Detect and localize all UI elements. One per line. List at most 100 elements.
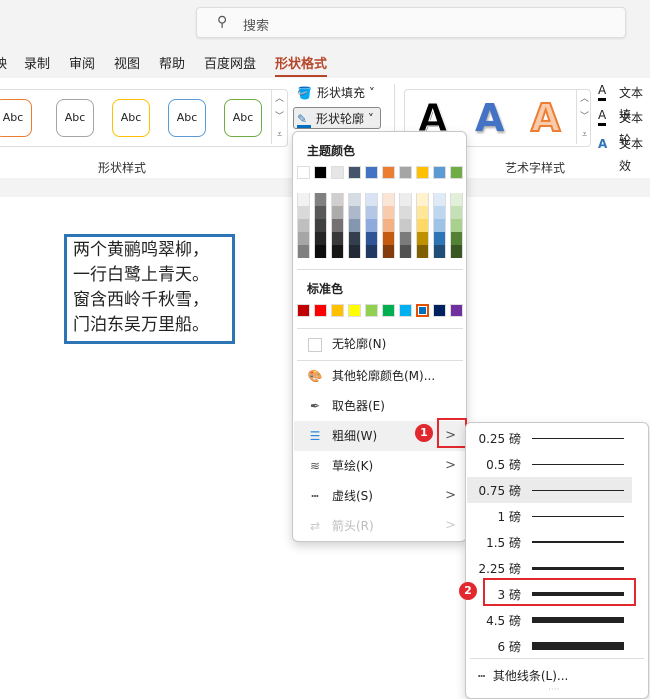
tab-slideshow[interactable]: 映 [0,53,7,72]
wordart-style-blue[interactable]: A [475,96,504,140]
menu-item-no-outline[interactable]: 无轮廓(N) [294,329,466,359]
theme-shade-swatch[interactable] [416,219,429,232]
standard-color-swatch[interactable] [416,304,429,317]
theme-shade-swatch[interactable] [297,232,310,245]
theme-shade-swatch[interactable] [331,245,344,258]
theme-color-swatch[interactable] [331,166,344,179]
theme-shade-swatch[interactable] [399,245,412,258]
gallery-up-button[interactable]: ︿ [271,90,287,108]
theme-shade-swatch[interactable] [416,232,429,245]
theme-shade-swatch[interactable] [331,206,344,219]
standard-color-swatch[interactable] [450,304,463,317]
shape-fill-button[interactable]: 🪣 形状填充 ˅ [295,82,375,104]
shape-style-option[interactable]: Abc [224,99,262,137]
weight-option[interactable]: 1 磅 [467,503,632,529]
more-lines-button[interactable]: ┅ 其他线条(L)... [478,667,568,684]
weight-option[interactable]: 4.5 磅 [467,607,632,633]
theme-color-swatch[interactable] [382,166,395,179]
text-effects-button[interactable]: A 文本效 [597,133,650,173]
theme-shade-swatch[interactable] [314,206,327,219]
shape-style-option[interactable]: Abc [168,99,206,137]
theme-shade-swatch[interactable] [416,193,429,206]
theme-shade-swatch[interactable] [399,219,412,232]
standard-color-swatch[interactable] [433,304,446,317]
shape-style-option[interactable]: Abc [56,99,94,137]
tab-shape-format[interactable]: 形状格式 [275,53,328,77]
menu-item-more-colors[interactable]: 🎨 其他轮廓颜色(M)... [294,361,466,391]
theme-shade-swatch[interactable] [365,206,378,219]
theme-shade-swatch[interactable] [433,219,446,232]
theme-shade-swatch[interactable] [365,245,378,258]
theme-shade-swatch[interactable] [348,245,361,258]
theme-shade-swatch[interactable] [450,193,463,206]
menu-item-eyedropper[interactable]: ✒ 取色器(E) [294,391,466,421]
weight-option[interactable]: 0.75 磅 [467,477,632,503]
tab-review[interactable]: 审阅 [69,53,95,72]
theme-shade-swatch[interactable] [365,219,378,232]
theme-color-swatch[interactable] [365,166,378,179]
theme-shade-swatch[interactable] [348,206,361,219]
theme-shade-swatch[interactable] [314,193,327,206]
weight-option[interactable]: 6 磅 [467,633,632,659]
wordart-more-button[interactable]: ⩡ [576,126,592,144]
theme-color-swatch[interactable] [348,166,361,179]
tab-baidu[interactable]: 百度网盘 [204,53,256,72]
theme-shade-swatch[interactable] [433,193,446,206]
theme-shade-swatch[interactable] [450,219,463,232]
theme-shade-swatch[interactable] [416,206,429,219]
theme-shade-swatch[interactable] [433,245,446,258]
gallery-more-button[interactable]: ⩡ [271,126,287,144]
theme-shade-swatch[interactable] [331,193,344,206]
theme-shade-swatch[interactable] [331,232,344,245]
theme-shade-swatch[interactable] [433,232,446,245]
tab-record[interactable]: 录制 [24,53,50,72]
standard-color-swatch[interactable] [382,304,395,317]
standard-color-swatch[interactable] [331,304,344,317]
standard-color-swatch[interactable] [365,304,378,317]
theme-shade-swatch[interactable] [450,232,463,245]
theme-shade-swatch[interactable] [382,219,395,232]
resize-grip-icon[interactable]: ···· [548,685,559,695]
theme-color-swatch[interactable] [399,166,412,179]
menu-item-dash[interactable]: ┅ 虚线(S) > [294,481,466,511]
theme-shade-swatch[interactable] [297,193,310,206]
theme-shade-swatch[interactable] [348,232,361,245]
theme-shade-swatch[interactable] [365,232,378,245]
theme-shade-swatch[interactable] [331,219,344,232]
theme-color-swatch[interactable] [450,166,463,179]
text-outline-button[interactable]: A 文本轮 [597,107,650,147]
theme-shade-swatch[interactable] [399,206,412,219]
theme-shade-swatch[interactable] [399,232,412,245]
theme-color-swatch[interactable] [297,166,310,179]
weight-option[interactable]: 0.5 磅 [467,451,632,477]
shape-style-option[interactable]: Abc [0,99,32,137]
theme-shade-swatch[interactable] [314,219,327,232]
wordart-up-button[interactable]: ︿ [576,90,592,108]
wordart-down-button[interactable]: ﹀ [576,108,592,126]
theme-shade-swatch[interactable] [450,206,463,219]
theme-shade-swatch[interactable] [382,193,395,206]
weight-option[interactable]: 1.5 磅 [467,529,632,555]
shape-outline-button[interactable]: ✎ 形状轮廓 ˅ [293,107,381,129]
theme-color-swatch[interactable] [433,166,446,179]
theme-shade-swatch[interactable] [297,245,310,258]
theme-shade-swatch[interactable] [297,219,310,232]
wordart-style-orange[interactable]: A [530,95,561,141]
theme-color-swatch[interactable] [416,166,429,179]
theme-shade-swatch[interactable] [365,193,378,206]
standard-color-swatch[interactable] [314,304,327,317]
poem-textbox[interactable]: 两个黄鹂鸣翠柳， 一行白鹭上青天。 窗含西岭千秋雪， 门泊东吴万里船。 [64,234,235,344]
theme-shade-swatch[interactable] [399,193,412,206]
tab-view[interactable]: 视图 [114,53,140,72]
theme-shade-swatch[interactable] [382,245,395,258]
theme-color-swatch[interactable] [314,166,327,179]
standard-color-swatch[interactable] [348,304,361,317]
theme-shade-swatch[interactable] [348,193,361,206]
gallery-down-button[interactable]: ﹀ [271,108,287,126]
text-fill-button[interactable]: A 文本填 [597,82,650,122]
theme-shade-swatch[interactable] [314,232,327,245]
standard-color-swatch[interactable] [297,304,310,317]
shape-style-option[interactable]: Abc [112,99,150,137]
theme-shade-swatch[interactable] [382,206,395,219]
tab-help[interactable]: 帮助 [159,53,185,72]
